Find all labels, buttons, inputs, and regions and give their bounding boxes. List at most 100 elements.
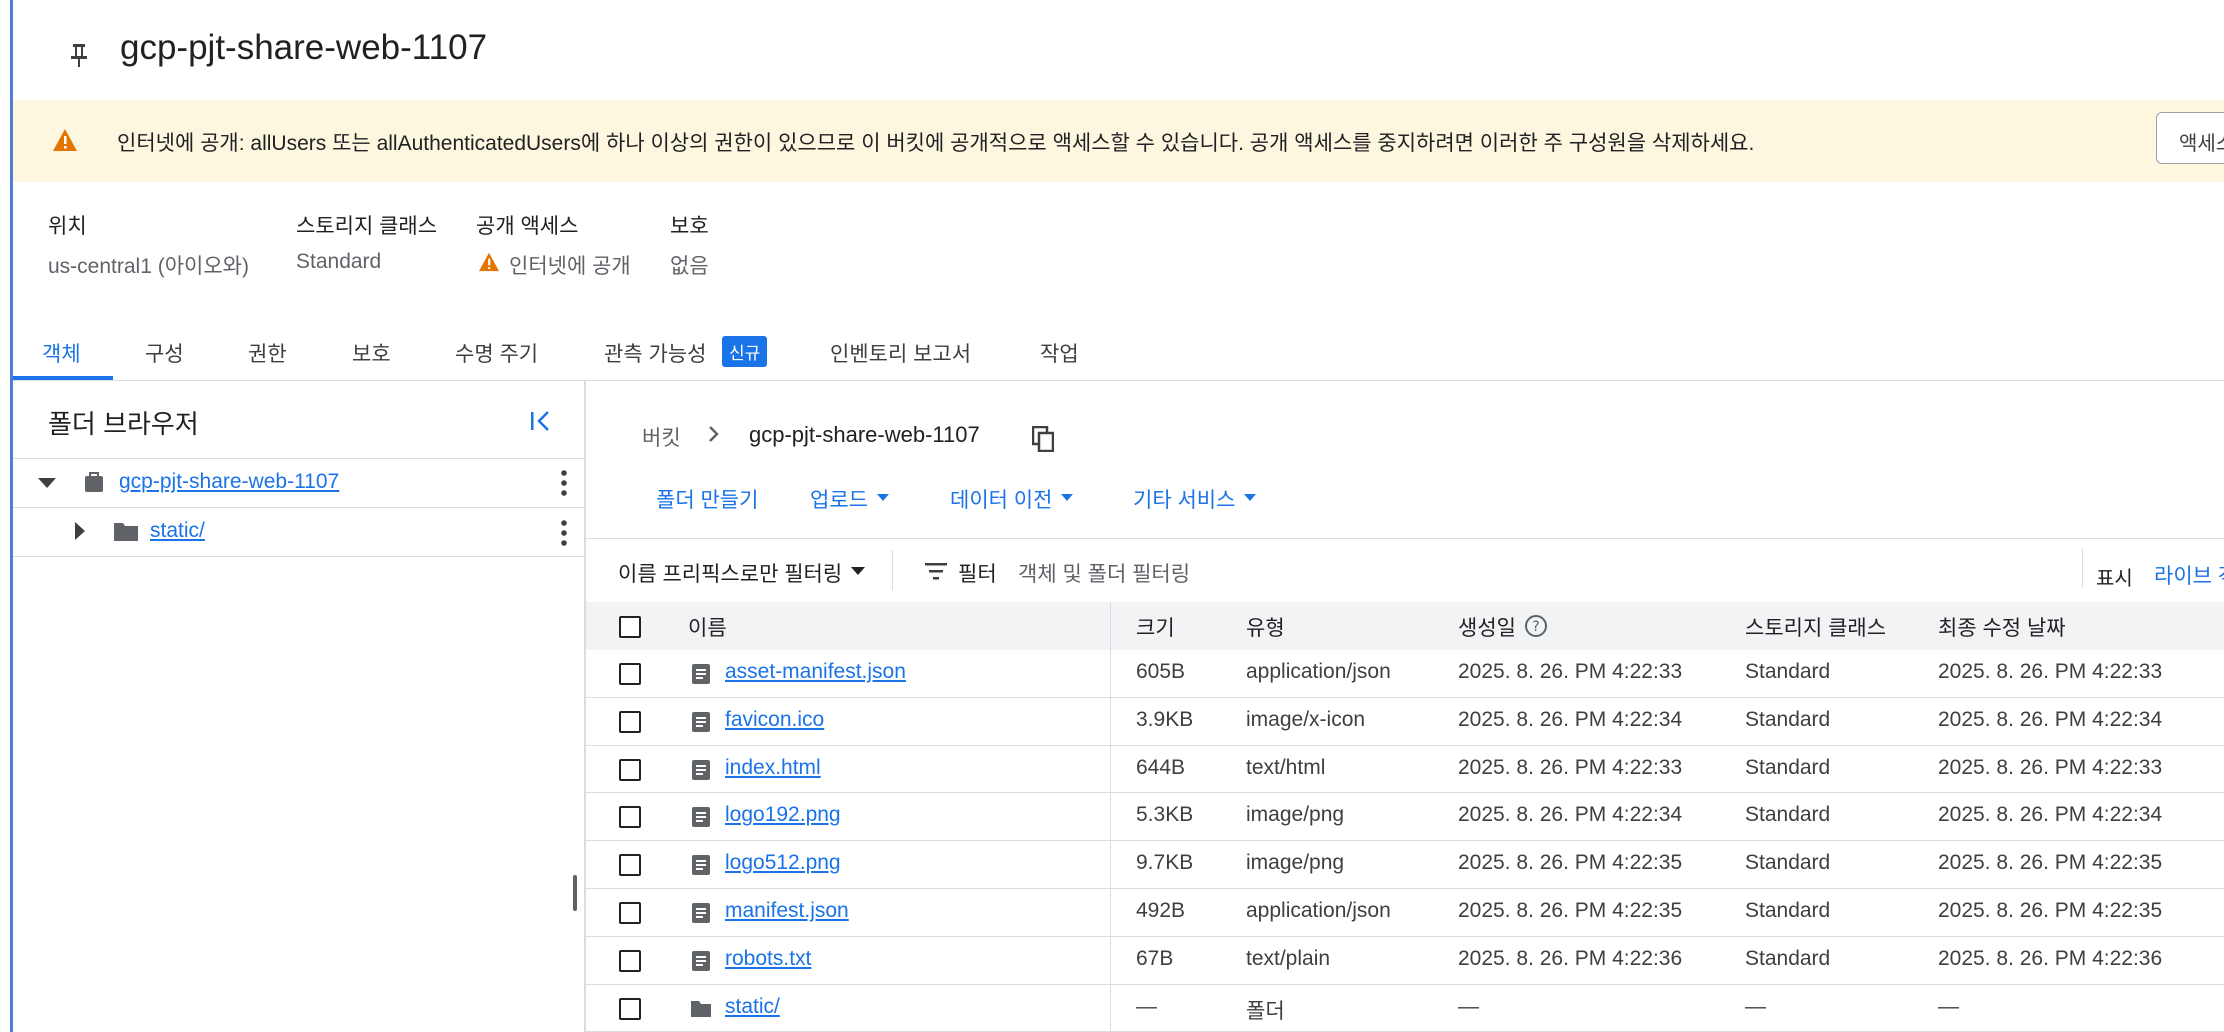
- tab-permissions[interactable]: 권한: [248, 338, 287, 368]
- select-all-checkbox[interactable]: [619, 616, 641, 638]
- modified-cell: 2025. 8. 26. PM 4:22:36: [1938, 946, 2163, 970]
- upload-button[interactable]: 업로드: [810, 484, 868, 514]
- more-vert-icon[interactable]: [561, 469, 567, 497]
- pin-icon[interactable]: [66, 40, 92, 70]
- created-cell: 2025. 8. 26. PM 4:22:33: [1458, 660, 1683, 683]
- help-icon[interactable]: ?: [1524, 614, 1548, 638]
- object-name-link[interactable]: logo512.png: [725, 851, 841, 875]
- left-gutter: [0, 0, 10, 1032]
- row-checkbox[interactable]: [619, 663, 641, 685]
- row-checkbox[interactable]: [619, 806, 641, 829]
- column-header-type[interactable]: 유형: [1246, 612, 1285, 642]
- file-icon: [692, 759, 710, 780]
- manage-access-button[interactable]: 액세스: [2156, 112, 2224, 164]
- breadcrumb-current-bucket: gcp-pjt-share-web-1107: [749, 422, 980, 447]
- row-divider: [586, 984, 2224, 985]
- row-divider: [586, 792, 2224, 793]
- size-cell: 644B: [1136, 755, 1186, 779]
- tab-observability[interactable]: 관측 가능성: [604, 338, 706, 368]
- created-cell: 2025. 8. 26. PM 4:22:33: [1458, 755, 1683, 779]
- caret-right-icon[interactable]: [74, 521, 86, 541]
- row-divider: [586, 936, 2224, 937]
- column-header-last-modified[interactable]: 최종 수정 날짜: [1938, 612, 2066, 642]
- tab-operations[interactable]: 작업: [1040, 338, 1079, 368]
- size-cell: 605B: [1136, 660, 1186, 683]
- row-checkbox[interactable]: [619, 949, 641, 972]
- storage-class-cell: —: [1745, 994, 1766, 1018]
- storage-class-label: 스토리지 클래스: [296, 215, 438, 238]
- row-checkbox[interactable]: [619, 710, 641, 733]
- row-checkbox[interactable]: [619, 854, 641, 877]
- size-cell: 492B: [1136, 899, 1186, 922]
- size-cell: 9.7KB: [1136, 851, 1194, 875]
- display-mode-dropdown[interactable]: 라이브 객: [2154, 560, 2224, 590]
- divider: [586, 538, 2224, 539]
- warning-text: 인터넷에 공개: allUsers 또는 allAuthenticatedUse…: [117, 132, 1755, 155]
- bucket-icon: [85, 472, 103, 492]
- row-checkbox[interactable]: [619, 902, 641, 924]
- more-vert-icon[interactable]: [561, 519, 567, 547]
- breadcrumb-buckets[interactable]: 버킷: [642, 422, 681, 452]
- type-cell: image/png: [1246, 803, 1345, 827]
- create-folder-button[interactable]: 폴더 만들기: [656, 484, 758, 514]
- folder-browser-title: 폴더 브라우저: [48, 409, 199, 439]
- tree-bucket-link[interactable]: gcp-pjt-share-web-1107: [119, 470, 339, 494]
- storage-class-cell: Standard: [1745, 946, 1831, 970]
- modified-cell: 2025. 8. 26. PM 4:22:35: [1938, 851, 2163, 875]
- object-name-link[interactable]: asset-manifest.json: [725, 660, 906, 684]
- divider: [892, 550, 893, 590]
- column-header-size[interactable]: 크기: [1136, 612, 1175, 642]
- type-cell: application/json: [1246, 899, 1391, 922]
- new-badge: 신규: [722, 336, 768, 367]
- modified-cell: 2025. 8. 26. PM 4:22:33: [1938, 755, 2163, 779]
- created-cell: 2025. 8. 26. PM 4:22:36: [1458, 946, 1683, 970]
- row-checkbox[interactable]: [619, 997, 641, 1020]
- prefix-filter-dropdown[interactable]: 이름 프리픽스로만 필터링: [618, 558, 842, 588]
- object-name-link[interactable]: static/: [725, 995, 780, 1019]
- warning-icon: [53, 129, 77, 151]
- tab-configuration[interactable]: 구성: [145, 338, 184, 368]
- created-cell: 2025. 8. 26. PM 4:22:34: [1458, 707, 1683, 731]
- tab-protection[interactable]: 보호: [352, 338, 391, 368]
- copy-icon[interactable]: [1032, 426, 1054, 452]
- created-cell: 2025. 8. 26. PM 4:22:35: [1458, 851, 1683, 875]
- tab-objects[interactable]: 객체: [42, 338, 81, 368]
- modified-cell: 2025. 8. 26. PM 4:22:33: [1938, 660, 2163, 683]
- storage-class-cell: Standard: [1745, 851, 1831, 875]
- row-divider: [586, 840, 2224, 841]
- tab-inventory-reports[interactable]: 인벤토리 보고서: [830, 338, 971, 368]
- modified-cell: 2025. 8. 26. PM 4:22:34: [1938, 803, 2163, 827]
- object-name-link[interactable]: favicon.ico: [725, 708, 824, 732]
- modified-cell: 2025. 8. 26. PM 4:22:34: [1938, 707, 2163, 731]
- page-title: gcp-pjt-share-web-1107: [120, 28, 488, 67]
- collapse-panel-icon[interactable]: [528, 408, 554, 434]
- column-header-storage-class[interactable]: 스토리지 클래스: [1745, 612, 1886, 642]
- row-checkbox[interactable]: [619, 758, 641, 781]
- tab-lifecycle[interactable]: 수명 주기: [455, 338, 538, 368]
- object-name-link[interactable]: logo192.png: [725, 803, 841, 827]
- panel-resize-handle[interactable]: [573, 875, 577, 911]
- created-cell: 2025. 8. 26. PM 4:22:34: [1458, 803, 1683, 827]
- caret-down-icon: [1061, 494, 1073, 501]
- tree-folder-link[interactable]: static/: [150, 519, 205, 543]
- caret-down-icon: [877, 494, 889, 501]
- column-header-name[interactable]: 이름: [688, 612, 727, 642]
- modified-cell: —: [1938, 994, 1959, 1018]
- object-name-link[interactable]: index.html: [725, 756, 821, 780]
- transfer-data-button[interactable]: 데이터 이전: [950, 484, 1052, 514]
- column-header-created[interactable]: 생성일: [1458, 612, 1516, 642]
- storage-class-cell: Standard: [1745, 755, 1831, 779]
- caret-down-icon: [1244, 494, 1256, 501]
- object-name-link[interactable]: manifest.json: [725, 899, 849, 923]
- file-icon: [692, 903, 710, 923]
- warning-icon: [479, 252, 499, 272]
- divider: [13, 458, 584, 459]
- filter-input[interactable]: 객체 및 폴더 필터링: [1018, 558, 1190, 588]
- object-name-link[interactable]: robots.txt: [725, 947, 811, 971]
- size-cell: 67B: [1136, 946, 1174, 970]
- other-services-button[interactable]: 기타 서비스: [1133, 484, 1235, 514]
- file-icon: [692, 807, 710, 828]
- panel-divider: [584, 381, 586, 1032]
- caret-down-icon[interactable]: [37, 477, 57, 489]
- filter-label: 필터: [958, 563, 997, 586]
